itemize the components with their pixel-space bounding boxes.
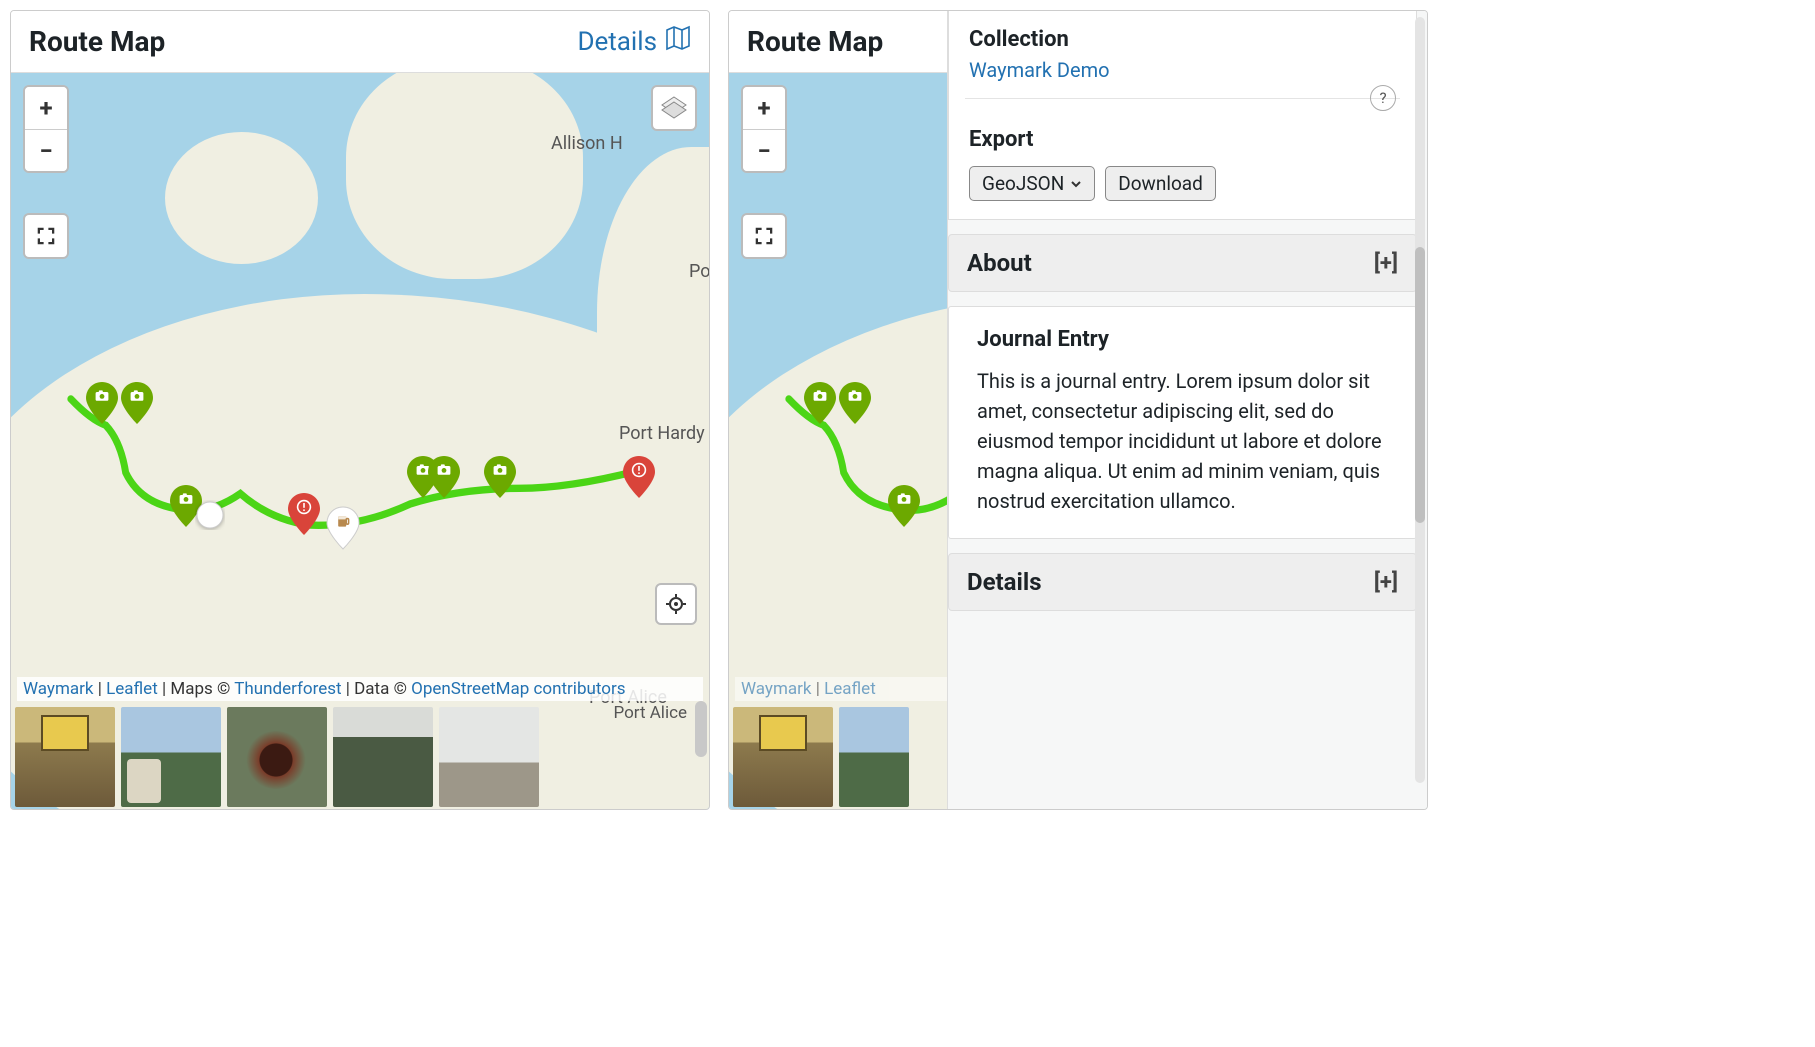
export-format-value: GeoJSON bbox=[982, 172, 1064, 195]
attrib-osm[interactable]: OpenStreetMap contributors bbox=[411, 679, 625, 699]
thumbnail-scrollbar[interactable] bbox=[695, 701, 707, 757]
marker-photo[interactable] bbox=[837, 380, 873, 426]
journal-body: This is a journal entry. Lorem ipsum dol… bbox=[977, 366, 1396, 516]
expand-icon: [+] bbox=[1374, 251, 1398, 276]
download-button[interactable]: Download bbox=[1105, 166, 1216, 201]
attrib-waymark[interactable]: Waymark bbox=[23, 679, 94, 699]
marker-alert[interactable] bbox=[286, 491, 322, 537]
locate-icon bbox=[665, 593, 687, 615]
thumbnail[interactable] bbox=[333, 707, 433, 807]
panel-title: Route Map bbox=[747, 25, 883, 58]
marker-photo[interactable] bbox=[482, 454, 518, 500]
marker-alert[interactable] bbox=[621, 454, 657, 500]
panel-title: Route Map bbox=[29, 25, 165, 58]
layers-icon bbox=[659, 93, 689, 123]
photo-thumbnails bbox=[15, 707, 539, 807]
about-title: About bbox=[967, 249, 1032, 277]
attrib-leaflet[interactable]: Leaflet bbox=[106, 679, 158, 699]
fullscreen-button[interactable] bbox=[743, 215, 785, 257]
zoom-control: + − bbox=[741, 85, 787, 173]
fullscreen-control bbox=[23, 213, 69, 259]
thumbnail[interactable] bbox=[227, 707, 327, 807]
thumbnail[interactable] bbox=[121, 707, 221, 807]
fullscreen-icon bbox=[36, 226, 56, 246]
map-attribution: Waymark | Leaflet | Maps © Thunderforest… bbox=[17, 677, 703, 701]
route-map-panel-right: Route Map + − Waymark | Leaflet Collecti… bbox=[728, 10, 1428, 810]
export-format-select[interactable]: GeoJSON bbox=[969, 166, 1095, 201]
photo-thumbnails bbox=[733, 707, 909, 807]
thumbnail[interactable] bbox=[439, 707, 539, 807]
thumbnail[interactable] bbox=[15, 707, 115, 807]
camera-icon bbox=[434, 460, 454, 480]
marker-photo[interactable] bbox=[426, 454, 462, 500]
map-label-porthardy: Port Hardy bbox=[619, 423, 705, 444]
marker-photo[interactable] bbox=[84, 380, 120, 426]
marker-photo[interactable] bbox=[886, 483, 922, 529]
map-label-portalice-2: Port Alice bbox=[613, 703, 687, 723]
zoom-control: + − bbox=[23, 85, 69, 173]
alert-icon bbox=[294, 497, 314, 517]
marker-beer[interactable] bbox=[325, 505, 361, 551]
camera-icon bbox=[810, 386, 830, 406]
expand-icon: [+] bbox=[1374, 570, 1398, 595]
export-label: Export bbox=[969, 127, 1033, 152]
about-accordion[interactable]: About [+] bbox=[948, 234, 1417, 292]
fullscreen-icon bbox=[754, 226, 774, 246]
locate-button[interactable] bbox=[655, 583, 697, 625]
zoom-out-button[interactable]: − bbox=[743, 129, 785, 171]
camera-icon bbox=[894, 489, 914, 509]
collection-label: Collection bbox=[969, 27, 1396, 52]
chevron-down-icon bbox=[1070, 178, 1082, 190]
map-canvas[interactable]: Allison H Port Hardy Port Alice Po + − bbox=[11, 73, 709, 809]
attrib-waymark[interactable]: Waymark bbox=[741, 679, 812, 699]
details-overlay: Collection Waymark Demo Export ? GeoJSON… bbox=[947, 11, 1427, 809]
details-link-label: Details bbox=[577, 27, 657, 57]
journal-title: Journal Entry bbox=[977, 323, 1396, 356]
collection-link[interactable]: Waymark Demo bbox=[969, 58, 1110, 82]
thumbnail[interactable] bbox=[733, 707, 833, 807]
details-link[interactable]: Details bbox=[577, 25, 691, 58]
attrib-thunderforest[interactable]: Thunderforest bbox=[234, 679, 341, 699]
fullscreen-control bbox=[741, 213, 787, 259]
details-title: Details bbox=[967, 568, 1042, 596]
details-accordion[interactable]: Details [+] bbox=[948, 553, 1417, 611]
map-label-allison: Allison H bbox=[551, 133, 623, 154]
alert-icon bbox=[629, 460, 649, 480]
overlay-scrollbar[interactable] bbox=[1415, 17, 1425, 783]
beer-icon bbox=[333, 511, 353, 531]
panel-header: Route Map Details bbox=[11, 11, 709, 73]
marker-circle[interactable] bbox=[195, 500, 225, 530]
camera-icon bbox=[176, 489, 196, 509]
camera-icon bbox=[490, 460, 510, 480]
marker-photo[interactable] bbox=[119, 380, 155, 426]
overlay-meta-card: Collection Waymark Demo Export ? GeoJSON… bbox=[948, 11, 1417, 220]
camera-icon bbox=[127, 386, 147, 406]
journal-entry-card: Journal Entry This is a journal entry. L… bbox=[948, 306, 1417, 539]
route-map-panel-left: Route Map Details Allison H Port Hardy P… bbox=[10, 10, 710, 810]
attrib-leaflet[interactable]: Leaflet bbox=[824, 679, 876, 699]
thumbnail[interactable] bbox=[839, 707, 909, 807]
camera-icon bbox=[92, 386, 112, 406]
marker-photo[interactable] bbox=[802, 380, 838, 426]
map-label-po: Po bbox=[689, 261, 709, 282]
zoom-out-button[interactable]: − bbox=[25, 129, 67, 171]
fullscreen-button[interactable] bbox=[25, 215, 67, 257]
divider bbox=[965, 98, 1400, 99]
camera-icon bbox=[845, 386, 865, 406]
export-help-button[interactable]: ? bbox=[1370, 85, 1396, 111]
map-fold-icon bbox=[665, 25, 691, 58]
layers-button[interactable] bbox=[651, 85, 697, 131]
zoom-in-button[interactable]: + bbox=[25, 87, 67, 129]
zoom-in-button[interactable]: + bbox=[743, 87, 785, 129]
